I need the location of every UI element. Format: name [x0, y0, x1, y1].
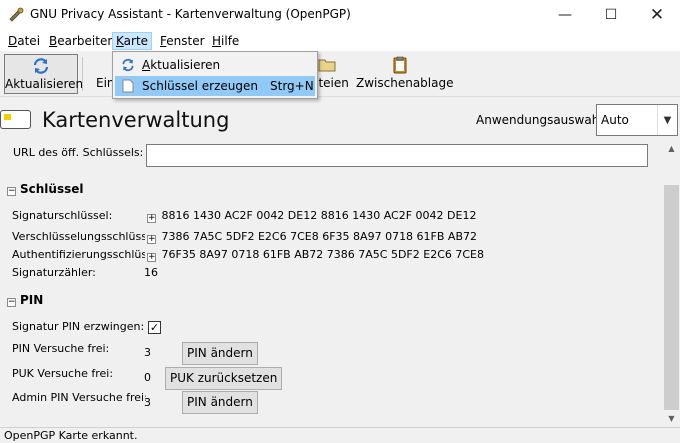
collapse-icon: − [7, 186, 16, 196]
enc-key-fingerprint: 7386 7A5C 5DF2 E2C6 7CE8 6F35 8A97 0718 … [161, 230, 478, 243]
admin-pin-tries-label: Admin PIN Versuche frei: [12, 391, 146, 404]
vertical-scrollbar[interactable]: ▲ ▼ [663, 140, 680, 427]
app-select-label: Anwendungsauswahl: [476, 113, 607, 127]
refresh-button[interactable]: Aktualisieren [4, 54, 83, 94]
page-title: Kartenverwaltung [42, 108, 230, 132]
force-pin-checkbox[interactable]: ✓ [148, 321, 161, 334]
menu-bearbeiten[interactable]: Bearbeiten [46, 32, 118, 50]
expand-icon[interactable]: + [147, 253, 156, 262]
collapse-icon: − [7, 297, 16, 307]
toolbar-separator [82, 57, 83, 91]
pin-tries-value: 3 [144, 346, 151, 359]
folder-icon [318, 59, 336, 72]
refresh-icon [122, 58, 134, 72]
gpa-app-icon [9, 7, 24, 22]
refresh-icon [33, 58, 49, 74]
sig-counter-label: Signaturzähler: [12, 266, 96, 279]
status-text: OpenPGP Karte erkannt. [4, 429, 138, 442]
pin-tries-label: PIN Versuche frei: [12, 342, 110, 355]
enc-key-row: + 7386 7A5C 5DF2 E2C6 7CE8 6F35 8A97 071… [147, 230, 477, 244]
card-header: Kartenverwaltung Anwendungsauswahl: [0, 98, 680, 140]
clipboard-button[interactable]: Zwischenablage [356, 54, 453, 94]
menu-item-aktualisieren[interactable]: Aktualisieren [115, 55, 315, 75]
menu-bar: Datei Bearbeiten Karte Fenster Hilfe [0, 30, 680, 51]
menu-datei[interactable]: Datei [5, 32, 43, 50]
status-bar: OpenPGP Karte erkannt. [0, 427, 680, 443]
clipboard-icon [393, 56, 407, 74]
enc-key-label: Verschlüsselungsschlüssel: [12, 230, 145, 243]
maximize-button[interactable]: ☐ [588, 0, 634, 30]
auth-key-label: Authentifizierungsschlüssel: [12, 248, 145, 261]
scrollbar-thumb[interactable] [664, 185, 679, 410]
section-pin[interactable]: − PIN [7, 293, 43, 307]
clipboard-label: Zwischenablage [356, 76, 454, 90]
sig-key-row: + 8816 1430 AC2F 0042 DE12 8816 1430 AC2… [147, 209, 476, 223]
url-label: URL des öff. Schlüssels: [13, 146, 144, 159]
minimize-button[interactable]: — [542, 0, 588, 30]
karte-dropdown-menu: Aktualisieren Schlüssel erzeugen Strg+N [112, 51, 318, 99]
sig-counter-value: 16 [144, 266, 158, 279]
puk-tries-label: PUK Versuche frei: [12, 367, 114, 380]
menu-karte[interactable]: Karte [112, 32, 153, 50]
sig-key-label: Signaturschlüssel: [12, 209, 113, 222]
refresh-label: Aktualisieren [5, 77, 84, 91]
force-pin-label: Signatur PIN erzwingen: [12, 320, 145, 333]
expand-icon[interactable]: + [147, 214, 156, 223]
admin-pin-tries-value: 3 [144, 396, 151, 409]
menu-fenster[interactable]: Fenster [157, 32, 208, 50]
application-select[interactable]: Auto ▼ [596, 104, 678, 136]
toolbar: Aktualisieren Ein ateien Zwischenablage [0, 51, 680, 97]
title-bar: GNU Privacy Assistant - Kartenverwaltung… [0, 0, 680, 30]
auth-key-row: + 76F35 8A97 0718 61FB AB72 7386 7A5C 5D… [147, 248, 484, 262]
application-select-value: Auto [601, 113, 629, 127]
reset-puk-button[interactable]: PUK zurücksetzen [165, 367, 283, 390]
minimize-icon: — [558, 7, 572, 23]
smartcard-icon [0, 110, 31, 129]
shortcut-label: Strg+N [270, 79, 314, 93]
card-details-panel: URL des öff. Schlüssels: − Schlüssel Sign… [4, 140, 663, 427]
window-title: GNU Privacy Assistant - Kartenverwaltung… [30, 7, 351, 21]
sig-key-fingerprint: 8816 1430 AC2F 0042 DE12 8816 1430 AC2F … [161, 209, 477, 222]
menu-item-schluessel-erzeugen[interactable]: Schlüssel erzeugen Strg+N [115, 76, 315, 96]
section-keys[interactable]: − Schlüssel [7, 182, 84, 196]
expand-icon[interactable]: + [147, 235, 156, 244]
auth-key-fingerprint: 76F35 8A97 0718 61FB AB72 7386 7A5C 5DF2… [161, 248, 485, 261]
change-admin-pin-button[interactable]: PIN ändern [182, 391, 258, 414]
document-icon [122, 79, 134, 93]
public-key-url-input[interactable] [146, 144, 648, 167]
puk-tries-value: 0 [144, 371, 151, 384]
scroll-down-icon[interactable]: ▼ [663, 410, 680, 427]
change-pin-button[interactable]: PIN ändern [182, 342, 258, 365]
menu-hilfe[interactable]: Hilfe [209, 32, 242, 50]
close-icon: ✕ [649, 5, 665, 25]
scroll-up-icon[interactable]: ▲ [663, 140, 680, 157]
chevron-down-icon: ▼ [657, 105, 677, 135]
maximize-icon: ☐ [604, 7, 618, 23]
close-button[interactable]: ✕ [634, 0, 680, 30]
